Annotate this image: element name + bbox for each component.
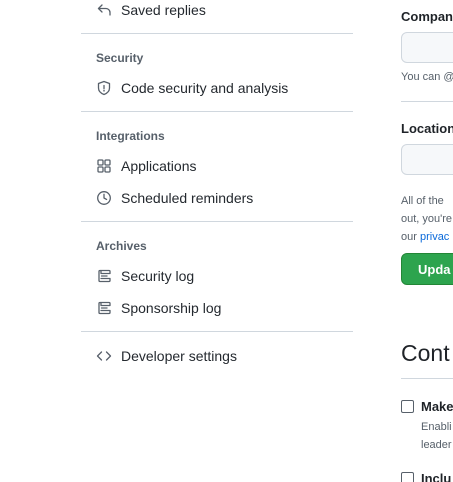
sidebar-item-scheduled-reminders[interactable]: Scheduled reminders	[96, 188, 253, 208]
update-profile-button[interactable]: Upda	[401, 253, 453, 285]
sidebar-item-developer-settings[interactable]: Developer settings	[96, 346, 237, 366]
section-heading-archives: Archives	[96, 239, 147, 253]
make-checkbox[interactable]	[401, 400, 414, 413]
sidebar-item-label: Sponsorship log	[121, 300, 222, 316]
clock-icon	[96, 190, 112, 206]
privacy-link[interactable]: privac	[420, 231, 449, 243]
sidebar-divider	[81, 111, 353, 112]
include-checkbox[interactable]	[401, 472, 414, 482]
make-checkbox-desc-line1: Enabli	[421, 421, 452, 433]
profile-settings-main: Compan You can @ Location All of the out…	[401, 0, 453, 482]
include-checkbox-label: Inclu	[421, 471, 452, 482]
sidebar-item-applications[interactable]: Applications	[96, 156, 197, 176]
privacy-note-line2: out, you're	[401, 213, 453, 225]
sidebar-divider	[81, 221, 353, 222]
contributions-section-title: Cont	[401, 340, 450, 366]
section-title-divider	[401, 378, 453, 379]
privacy-note-line1: All of the	[401, 195, 444, 207]
make-checkbox-desc-line2: leader	[421, 439, 452, 451]
company-note: You can @	[401, 71, 453, 83]
form-divider	[401, 101, 453, 102]
sidebar-item-label: Developer settings	[121, 348, 237, 364]
sidebar-item-sponsorship-log[interactable]: Sponsorship log	[96, 298, 221, 318]
privacy-note-line3: our privac	[401, 228, 449, 246]
shield-icon	[96, 80, 112, 96]
sidebar-item-label: Code security and analysis	[121, 80, 289, 96]
company-label: Compan	[401, 9, 453, 24]
make-checkbox-label: Make	[421, 399, 453, 414]
log-icon	[96, 300, 112, 316]
sidebar-item-saved-replies[interactable]: Saved replies	[96, 0, 206, 20]
sidebar-item-label: Scheduled reminders	[121, 190, 254, 206]
sidebar-divider	[81, 33, 353, 34]
sidebar-item-label: Applications	[121, 158, 197, 174]
location-input[interactable]	[401, 144, 453, 175]
apps-grid-icon	[96, 158, 112, 174]
location-label: Location	[401, 121, 453, 136]
log-icon	[96, 268, 112, 284]
reply-icon	[96, 2, 112, 18]
section-heading-security: Security	[96, 51, 144, 65]
sidebar-item-security-log[interactable]: Security log	[96, 266, 194, 286]
sidebar-item-code-security[interactable]: Code security and analysis	[96, 78, 288, 98]
section-heading-integrations: Integrations	[96, 129, 165, 143]
privacy-note-prefix: our	[401, 231, 420, 243]
code-icon	[96, 348, 112, 364]
sidebar-divider	[81, 331, 353, 332]
sidebar-item-label: Security log	[121, 268, 195, 284]
sidebar-item-label: Saved replies	[121, 2, 206, 18]
company-input[interactable]	[401, 32, 453, 63]
